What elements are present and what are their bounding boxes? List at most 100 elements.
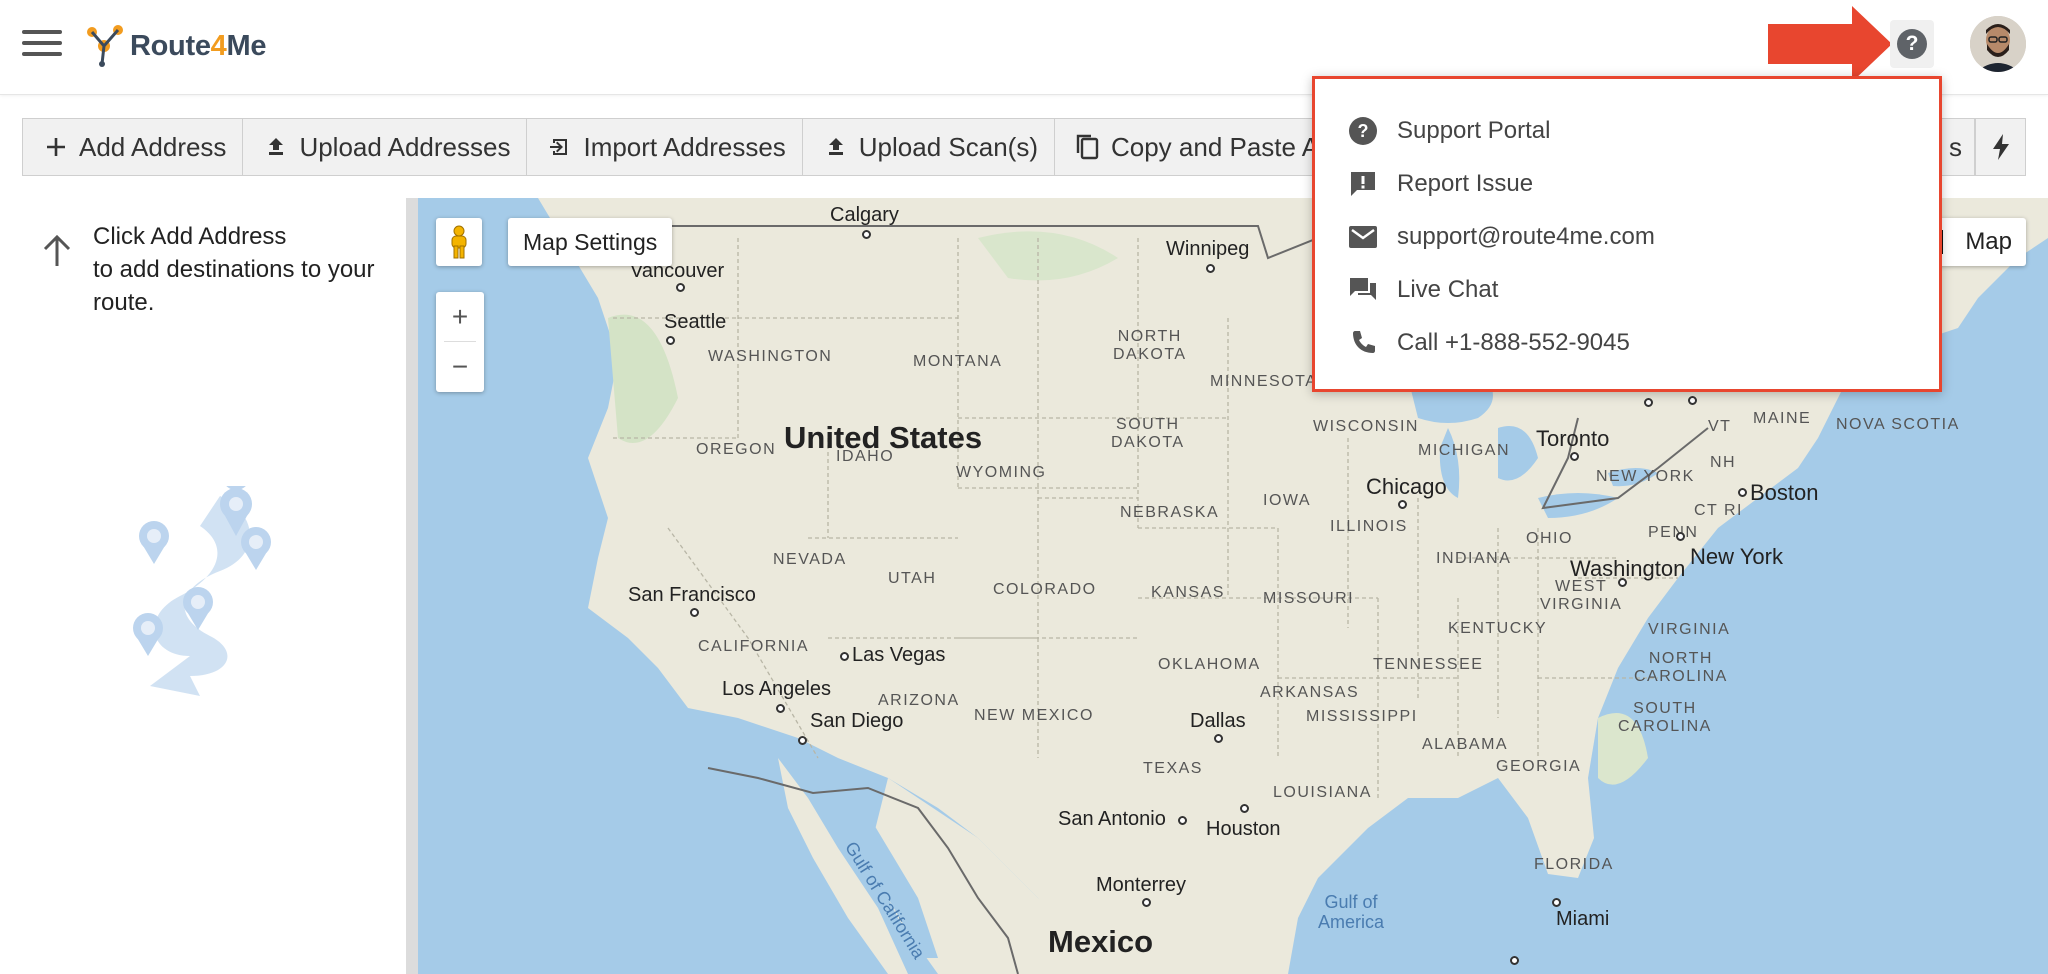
mail-icon <box>1347 221 1379 253</box>
toolbar-hidden-button[interactable]: s <box>1943 119 1975 175</box>
route-sidebar: Click Add Address to add destinations to… <box>0 198 406 974</box>
import-addresses-button[interactable]: Import Addresses <box>527 119 803 175</box>
city-marker <box>676 283 685 292</box>
state-label: IOWA <box>1263 492 1312 509</box>
route4me-logo[interactable]: Route4Me <box>84 22 267 70</box>
city-marker <box>1688 396 1697 405</box>
state-label: UTAH <box>888 570 937 587</box>
copy-icon <box>1073 132 1103 162</box>
city-marker <box>1510 956 1519 965</box>
state-label: IDAHO <box>836 448 895 465</box>
help-menu-item-label: Call +1-888-552-9045 <box>1397 329 1630 356</box>
city-label: Winnipeg <box>1166 238 1250 260</box>
toolbar-hidden-button-label: s <box>1949 131 1962 162</box>
state-label: WYOMING <box>956 464 1047 481</box>
state-label: ARKANSAS <box>1260 684 1360 701</box>
hamburger-menu-icon[interactable] <box>22 30 62 62</box>
state-label: FLORIDA <box>1534 856 1614 873</box>
state-label: SOUTH DAKOTA <box>1111 416 1185 451</box>
state-label: VT <box>1708 418 1732 435</box>
city-marker <box>1214 734 1223 743</box>
state-label: OREGON <box>696 441 777 458</box>
water-label: Gulf of America <box>1318 892 1385 932</box>
city-label: Toronto <box>1536 426 1610 451</box>
zoom-out-button[interactable]: − <box>436 342 484 392</box>
city-label: Houston <box>1206 818 1281 840</box>
city-label: Calgary <box>830 204 899 226</box>
city-label: San Antonio <box>1058 808 1166 830</box>
state-label: NEVADA <box>773 551 847 568</box>
quick-actions-button[interactable] <box>1975 119 2025 175</box>
state-label: COLORADO <box>993 581 1097 598</box>
lightning-icon <box>1986 132 2016 162</box>
state-label: CALIFORNIA <box>698 638 810 655</box>
chat-icon <box>1347 274 1379 306</box>
state-label: MISSOURI <box>1263 590 1355 607</box>
upload-addresses-button[interactable]: Upload Addresses <box>243 119 528 175</box>
state-label: ILLINOIS <box>1330 518 1408 535</box>
upload-scans-button[interactable]: Upload Scan(s) <box>803 119 1055 175</box>
city-marker <box>798 736 807 745</box>
state-label: TENNESSEE <box>1373 656 1484 673</box>
phone-icon <box>1347 327 1379 359</box>
state-label: WISCONSIN <box>1313 418 1419 435</box>
import-addresses-label: Import Addresses <box>583 131 786 162</box>
help-menu-item-report-issue[interactable]: Report Issue <box>1347 164 1533 204</box>
city-label: Las Vegas <box>852 644 946 666</box>
help-menu-item-call[interactable]: Call +1-888-552-9045 <box>1347 323 1630 363</box>
user-avatar[interactable] <box>1970 16 2026 72</box>
import-icon <box>545 132 575 162</box>
state-label: WASHINGTON <box>708 348 833 365</box>
state-label: SOUTH CAROLINA <box>1618 700 1712 735</box>
city-marker <box>1206 264 1215 273</box>
city-marker <box>776 704 785 713</box>
upload-icon <box>821 132 851 162</box>
city-label: San Diego <box>810 710 904 732</box>
city-marker <box>1240 804 1249 813</box>
help-menu-item-email[interactable]: support@route4me.com <box>1347 217 1655 257</box>
city-marker <box>1178 816 1187 825</box>
panel-resize-handle[interactable] <box>406 198 418 974</box>
plus-icon <box>41 132 71 162</box>
help-menu-item-label: Live Chat <box>1397 276 1499 303</box>
state-label: MONTANA <box>913 353 1003 370</box>
zoom-control: + − <box>436 292 484 392</box>
city-marker <box>1142 898 1151 907</box>
help-menu-item-label: support@route4me.com <box>1397 223 1655 250</box>
street-view-pegman-button[interactable] <box>436 218 482 266</box>
city-marker <box>666 336 675 345</box>
state-label: MICHIGAN <box>1418 442 1510 459</box>
help-button[interactable]: ? <box>1890 20 1934 68</box>
state-label: NEBRASKA <box>1120 504 1220 521</box>
city-marker <box>1738 488 1747 497</box>
state-label: NOVA SCOTIA <box>1836 416 1960 433</box>
state-label: MINNESOTA <box>1210 373 1318 390</box>
state-label: NH <box>1710 454 1737 471</box>
help-menu-item-support-portal[interactable]: ? Support Portal <box>1347 111 1550 151</box>
upload-icon <box>261 132 291 162</box>
city-label: Monterrey <box>1096 874 1187 896</box>
state-label: LOUISIANA <box>1273 784 1372 801</box>
city-marker <box>862 230 871 239</box>
help-menu-item-label: Report Issue <box>1397 170 1534 197</box>
zoom-in-button[interactable]: + <box>436 292 484 342</box>
state-label: NEW MEXICO <box>974 707 1094 724</box>
city-marker <box>1552 898 1561 907</box>
add-address-button[interactable]: Add Address <box>23 119 244 175</box>
state-label: TEXAS <box>1143 760 1203 777</box>
hint-line: route. <box>93 289 155 316</box>
state-label: WEST VIRGINIA <box>1540 578 1623 613</box>
city-label: Los Angeles <box>722 678 831 700</box>
state-label: OKLAHOMA <box>1158 656 1261 673</box>
map-settings-button[interactable]: Map Settings <box>508 218 673 266</box>
state-label: NORTH DAKOTA <box>1113 328 1187 363</box>
state-label: KANSAS <box>1151 584 1225 601</box>
state-label: MAINE <box>1753 410 1812 427</box>
state-label: INDIANA <box>1436 550 1512 567</box>
state-label: VIRGINIA <box>1648 621 1731 638</box>
state-label: MISSISSIPPI <box>1306 708 1418 725</box>
help-menu-item-live-chat[interactable]: Live Chat <box>1347 270 1498 310</box>
logo-text: Route4Me <box>130 29 267 62</box>
city-label: Miami <box>1556 908 1610 930</box>
city-marker <box>1570 452 1579 461</box>
